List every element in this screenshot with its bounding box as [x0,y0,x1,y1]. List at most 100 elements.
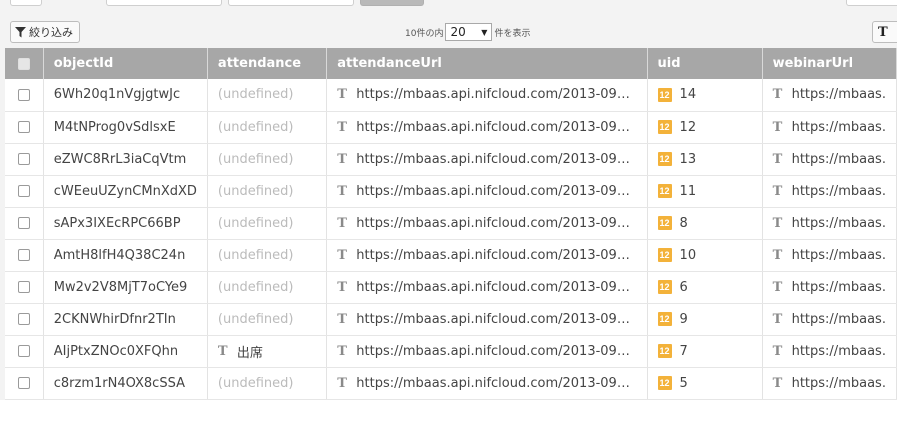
attendance-cell[interactable]: (undefined) [207,207,328,240]
webinarurl-cell[interactable]: Thttps://mbaas. [762,111,897,144]
attendance-cell[interactable]: T 出席 [207,335,328,368]
column-header-attendance[interactable]: attendance [207,48,328,79]
uid-cell[interactable]: 12 5 [647,367,763,400]
select-all-checkbox[interactable] [17,57,30,70]
table-row[interactable]: AmtH8lfH4Q38C24n (undefined) Thttps://mbaa… [5,239,897,272]
column-header-attendanceurl[interactable]: attendanceUrl [326,48,648,79]
top-button[interactable] [228,0,354,6]
attendanceurl-cell[interactable]: Thttps://mbaas.api.nifcloud.com/2013-09… [326,239,648,272]
uid-cell[interactable]: 12 12 [647,111,763,144]
row-checkbox[interactable] [17,217,30,229]
row-checkbox[interactable] [17,249,30,261]
attendance-cell[interactable]: (undefined) [207,175,328,208]
top-button[interactable] [10,0,42,6]
per-page-suffix: 件を表示 [494,28,531,39]
table-row[interactable]: 6Wh20q1nVgjgtwJc (undefined) Thttps://mbaa… [5,79,897,112]
uid-cell[interactable]: 12 9 [647,303,763,336]
text-type-icon: T [337,183,347,199]
webinarurl-cell[interactable]: Thttps://mbaas. [762,303,897,336]
attendanceurl-value: https://mbaas.api.nifcloud.com/2013-09… [356,183,630,199]
filter-button[interactable]: 絞り込み [10,21,80,43]
objectid-cell[interactable]: AmtH8lfH4Q38C24n [43,239,208,272]
webinarurl-cell[interactable]: Thttps://mbaas. [762,207,897,240]
attendance-cell[interactable]: (undefined) [207,303,328,336]
top-button[interactable] [846,0,897,6]
attendanceurl-value: https://mbaas.api.nifcloud.com/2013-09… [356,151,630,167]
webinarurl-cell[interactable]: Thttps://mbaas. [762,335,897,368]
objectid-cell[interactable]: c8rzm1rN4OX8cSSA [43,367,208,400]
objectid-cell[interactable]: AIjPtxZNOc0XFQhn [43,335,208,368]
column-header-uid[interactable]: uid [647,48,763,79]
text-type-icon: T [772,279,783,295]
table-row[interactable]: sAPx3IXEcRPC66BP (undefined) Thttps://mbaa… [5,207,897,240]
row-checkbox[interactable] [17,313,30,325]
table-row[interactable]: 2CKNWhirDfnr2TIn (undefined) Thttps://mbaa… [5,303,897,336]
objectid-cell[interactable]: cWEeuUZynCMnXdXD [43,175,208,208]
data-toolbar: 絞り込み 10件の内 20 ▼ 件を表示 T [0,15,897,48]
row-checkbox[interactable] [17,345,30,357]
objectid-value: sAPx3IXEcRPC66BP [53,215,181,231]
attendanceurl-cell[interactable]: Thttps://mbaas.api.nifcloud.com/2013-09… [326,335,648,368]
webinarurl-cell[interactable]: Thttps://mbaas. [762,239,897,272]
uid-cell[interactable]: 12 13 [647,143,763,176]
table-row[interactable]: Mw2v2V8MjT7oCYe9 (undefined) Thttps://mbaa… [5,271,897,304]
top-button-active[interactable] [360,0,424,6]
column-type-button[interactable]: T [872,21,897,43]
per-page-select[interactable]: 20 ▼ [445,23,493,41]
row-checkbox[interactable] [17,153,30,165]
uid-value: 9 [679,311,688,327]
uid-cell[interactable]: 12 6 [647,271,763,304]
uid-cell[interactable]: 12 14 [647,79,763,112]
attendanceurl-cell[interactable]: Thttps://mbaas.api.nifcloud.com/2013-09… [326,271,648,304]
attendance-cell[interactable]: (undefined) [207,239,328,272]
attendance-cell[interactable]: (undefined) [207,143,328,176]
table-row[interactable]: eZWC8RrL3iaCqVtm (undefined) Thttps://mbaa… [5,143,897,176]
webinarurl-value: https://mbaas. [791,343,886,359]
column-header-webinarurl[interactable]: webinarUrl [762,48,897,79]
attendance-value: (undefined) [217,311,294,327]
attendanceurl-cell[interactable]: Thttps://mbaas.api.nifcloud.com/2013-09… [326,207,648,240]
uid-cell[interactable]: 12 10 [647,239,763,272]
attendance-cell[interactable]: (undefined) [207,271,328,304]
top-button[interactable] [106,0,222,6]
attendanceurl-cell[interactable]: Thttps://mbaas.api.nifcloud.com/2013-09… [326,303,648,336]
row-checkbox[interactable] [17,185,30,197]
attendance-cell[interactable]: (undefined) [207,367,328,400]
per-page-control: 10件の内 20 ▼ 件を表示 [405,22,530,42]
objectid-cell[interactable]: 2CKNWhirDfnr2TIn [43,303,208,336]
text-type-icon: T [772,375,783,391]
uid-cell[interactable]: 12 11 [647,175,763,208]
row-checkbox[interactable] [17,377,30,389]
row-checkbox[interactable] [17,281,30,293]
webinarurl-cell[interactable]: Thttps://mbaas. [762,79,897,112]
table-row[interactable]: cWEeuUZynCMnXdXD (undefined) Thttps://mbaa… [5,175,897,208]
attendance-cell[interactable]: (undefined) [207,79,328,112]
row-checkbox[interactable] [17,88,30,101]
attendanceurl-cell[interactable]: Thttps://mbaas.api.nifcloud.com/2013-09… [326,367,648,400]
objectid-cell[interactable]: Mw2v2V8MjT7oCYe9 [43,271,208,304]
attendance-cell[interactable]: (undefined) [207,111,328,144]
webinarurl-cell[interactable]: Thttps://mbaas. [762,271,897,304]
table-row[interactable]: M4tNProg0vSdlsxE (undefined) Thttps://mbaa… [5,111,897,144]
select-all-cell [5,48,44,79]
objectid-cell[interactable]: 6Wh20q1nVgjgtwJc [43,79,208,112]
attendance-value: (undefined) [217,119,294,135]
attendanceurl-cell[interactable]: Thttps://mbaas.api.nifcloud.com/2013-09… [326,175,648,208]
objectid-cell[interactable]: M4tNProg0vSdlsxE [43,111,208,144]
attendanceurl-cell[interactable]: Thttps://mbaas.api.nifcloud.com/2013-09… [326,79,648,112]
attendanceurl-cell[interactable]: Thttps://mbaas.api.nifcloud.com/2013-09… [326,111,648,144]
webinarurl-cell[interactable]: Thttps://mbaas. [762,175,897,208]
uid-cell[interactable]: 12 8 [647,207,763,240]
objectid-cell[interactable]: eZWC8RrL3iaCqVtm [43,143,208,176]
table-row[interactable]: AIjPtxZNOc0XFQhn T 出席 Thttps://mbaas.api.ni… [5,335,897,368]
uid-cell[interactable]: 12 7 [647,335,763,368]
row-checkbox[interactable] [17,121,30,133]
objectid-cell[interactable]: sAPx3IXEcRPC66BP [43,207,208,240]
webinarurl-cell[interactable]: Thttps://mbaas. [762,143,897,176]
uid-value: 7 [679,343,688,359]
webinarurl-cell[interactable]: Thttps://mbaas. [762,367,897,400]
webinarurl-value: https://mbaas. [791,215,886,231]
attendanceurl-cell[interactable]: Thttps://mbaas.api.nifcloud.com/2013-09… [326,143,648,176]
column-header-objectid[interactable]: objectId [43,48,208,79]
table-row[interactable]: c8rzm1rN4OX8cSSA (undefined) Thttps://mbaa… [5,367,897,400]
